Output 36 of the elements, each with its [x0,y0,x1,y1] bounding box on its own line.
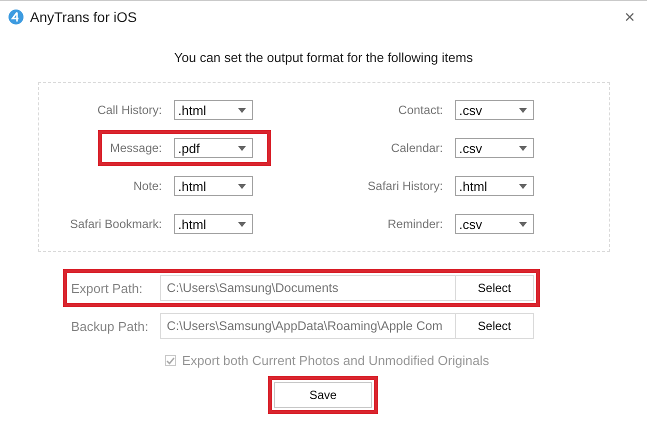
format-label: Safari Bookmark: [70,217,162,231]
format-dropdown[interactable]: .csv [455,138,534,158]
format-dropdown[interactable]: .csv [455,100,534,120]
format-label: Safari History: [368,179,443,193]
checkbox-label: Export both Current Photos and Unmodified Originals [182,353,490,368]
save-button[interactable]: Save [274,382,372,408]
app-logo-icon [8,9,24,25]
caret-icon [238,184,246,188]
format-label: Call History: [97,103,162,117]
format-dropdown[interactable]: .csv [455,214,534,234]
caret-icon [519,222,527,226]
format-label: Calendar: [390,141,443,155]
select-button[interactable]: Select [454,275,534,301]
format-dropdown[interactable]: .html [174,176,253,196]
format-dropdown[interactable]: .html [174,100,253,120]
caret-icon [519,108,527,112]
format-dropdown[interactable]: .html [174,214,253,234]
window-title: AnyTrans for iOS [30,9,138,25]
format-label: Note: [133,179,162,193]
caret-icon [238,146,246,150]
format-label: Message: [110,141,162,155]
caret-icon [519,146,527,150]
format-label: Reminder: [388,217,443,231]
caret-icon [519,184,527,188]
format-label: Contact: [398,103,443,117]
caret-icon [238,222,246,226]
select-button[interactable]: Select [454,313,534,339]
caret-icon [238,108,246,112]
instruction-text: You can set the output format for the following items [173,50,474,65]
format-dropdown[interactable]: .html [455,176,534,196]
path-field[interactable]: C:\Users\Samsung\AppData\Roaming\Apple Com [160,313,455,339]
format-dropdown[interactable]: .pdf [174,138,253,158]
path-field[interactable]: C:\Users\Samsung\Documents [160,275,455,301]
path-label: Backup Path: [71,318,150,334]
close-button[interactable]: × [624,6,635,28]
path-label: Export Path: [71,280,144,296]
